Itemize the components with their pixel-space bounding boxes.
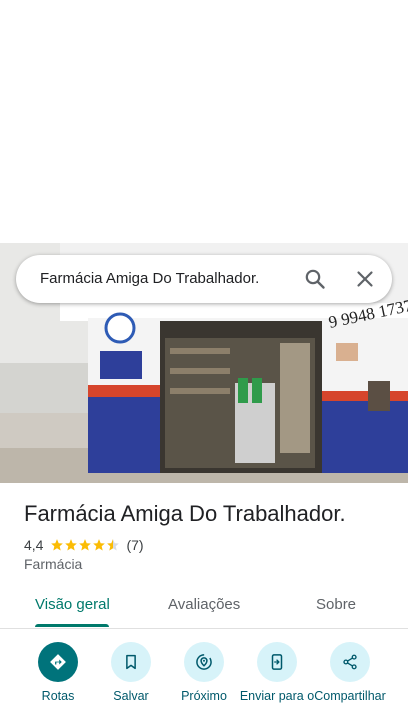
star-full-icon: [79, 539, 92, 551]
rating-stars: [50, 538, 120, 552]
nearby-label: Próximo: [181, 689, 227, 703]
share-button[interactable]: Compartilhar: [311, 642, 389, 703]
bookmark-icon: [126, 654, 136, 670]
search-icon[interactable]: [303, 267, 327, 291]
directions-label: Rotas: [41, 689, 75, 703]
close-icon[interactable]: [353, 267, 377, 291]
share-label: Compartilhar: [314, 689, 386, 703]
save-button[interactable]: Salvar: [93, 642, 169, 703]
save-label: Salvar: [113, 689, 149, 703]
place-category: Farmácia: [24, 556, 83, 572]
star-full-icon: [51, 539, 64, 551]
directions-icon: [50, 654, 66, 670]
star-full-icon: [93, 539, 106, 551]
star-half-icon: [107, 539, 120, 551]
search-input[interactable]: Farmácia Amiga Do Trabalhador.: [40, 270, 259, 287]
nearby-button[interactable]: Próximo: [166, 642, 242, 703]
tab-overview[interactable]: Visão geral: [35, 596, 110, 613]
tab-bar: Visão geral Avaliações Sobre: [0, 582, 408, 629]
map-area-blank: [0, 0, 408, 243]
send-to-phone-icon: [271, 654, 283, 670]
rating-value: 4,4: [24, 537, 44, 553]
rating-row[interactable]: 4,4 (7): [24, 536, 144, 554]
review-count: (7): [126, 537, 144, 553]
tab-reviews[interactable]: Avaliações: [168, 596, 240, 613]
search-bar[interactable]: Farmácia Amiga Do Trabalhador.: [16, 255, 392, 303]
tab-about[interactable]: Sobre: [316, 596, 356, 613]
nearby-icon: [196, 654, 212, 670]
send-to-phone-button[interactable]: Enviar para o: [239, 642, 315, 703]
directions-button[interactable]: Rotas: [20, 642, 96, 703]
active-tab-indicator: [35, 624, 109, 627]
place-title: Farmácia Amiga Do Trabalhador.: [24, 501, 346, 526]
share-icon: [343, 654, 357, 670]
send-to-phone-label: Enviar para o: [239, 689, 315, 703]
star-full-icon: [65, 539, 78, 551]
